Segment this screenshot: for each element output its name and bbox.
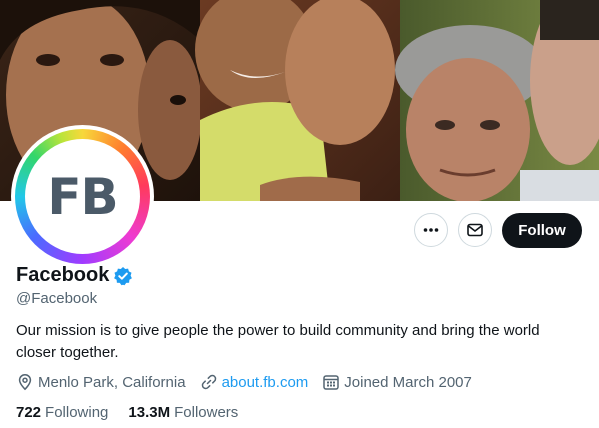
message-button[interactable] (458, 213, 492, 247)
follow-stats: 722 Following 13.3M Followers (16, 404, 258, 421)
envelope-icon (467, 223, 483, 237)
location-pin-icon (18, 374, 32, 391)
followers-link[interactable]: 13.3M Followers (128, 404, 238, 421)
profile-meta: Menlo Park, California about.fb.com Join… (16, 373, 486, 391)
more-button[interactable] (414, 213, 448, 247)
avatar-logo: FB (25, 139, 140, 254)
location-text: Menlo Park, California (38, 373, 186, 391)
follow-button[interactable]: Follow (502, 213, 582, 248)
location-item: Menlo Park, California (16, 373, 186, 391)
website-link[interactable]: about.fb.com (222, 374, 309, 391)
avatar-logo-text: FB (47, 167, 118, 226)
followers-count: 13.3M (128, 404, 171, 421)
name-row: Facebook (16, 264, 133, 287)
verified-badge-icon[interactable] (113, 266, 133, 286)
link-icon (201, 374, 216, 390)
following-label: Following (45, 404, 109, 421)
followers-label: Followers (174, 404, 239, 421)
joined-text: Joined March 2007 (344, 373, 472, 391)
following-count: 722 (16, 404, 42, 421)
following-link[interactable]: 722 Following (16, 404, 108, 421)
bio: Our mission is to give people the power … (16, 322, 540, 361)
joined-item: Joined March 2007 (322, 373, 472, 391)
profile-avatar[interactable]: FB (11, 125, 154, 268)
calendar-icon (323, 375, 340, 390)
website-item: about.fb.com (200, 373, 309, 391)
handle: @Facebook (16, 290, 98, 307)
more-icon (423, 228, 439, 232)
display-name: Facebook (16, 264, 110, 286)
